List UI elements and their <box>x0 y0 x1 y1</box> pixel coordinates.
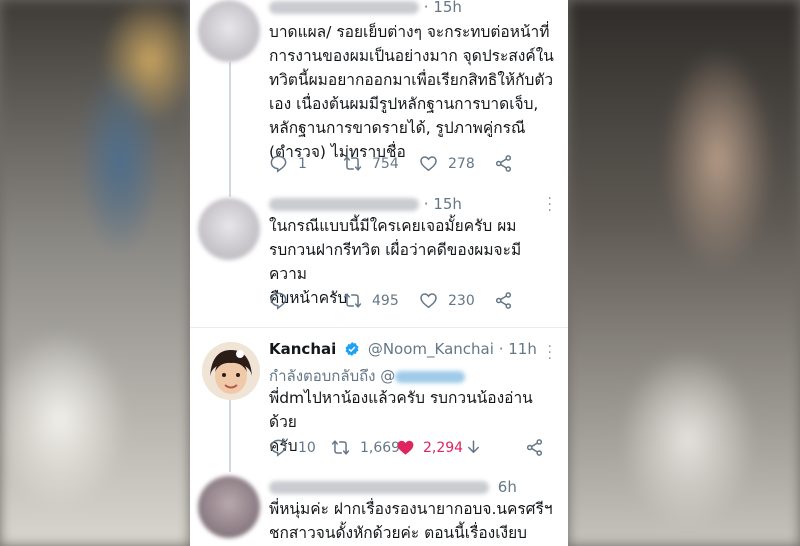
tweet-actions: 10 1,669 2,294 <box>269 438 559 460</box>
retweet-icon <box>331 440 350 455</box>
tweet-dot: · <box>423 0 434 16</box>
tweet-dot: · <box>423 195 434 213</box>
twitter-thread-card: · 15h บาดแผล/ รอยเย็บต่างๆ จะกระทบต่อหน้… <box>190 0 568 546</box>
tweet-header: Kanchai @Noom_Kanchai · 11h <box>269 340 537 358</box>
blurred-background-right <box>568 0 800 546</box>
avatar[interactable] <box>202 342 260 400</box>
verified-badge-icon <box>345 342 359 356</box>
tweet-text: บาดแผล/ รอยเย็บต่างๆ จะกระทบต่อหน้าที่ ก… <box>269 23 554 161</box>
like-button[interactable]: 2,294 <box>396 438 463 457</box>
download-icon[interactable] <box>464 438 483 457</box>
more-icon[interactable]: · · · <box>548 192 552 218</box>
tweet-time[interactable]: 15h <box>433 195 462 213</box>
retweet-icon <box>343 293 362 308</box>
share-icon <box>526 439 543 456</box>
tweet-text: พี่หนุ่มค่ะ ฝากเรื่องรองนายากอบจ.นครศรีฯ… <box>269 500 553 542</box>
tweet-time[interactable]: 6h <box>498 478 517 496</box>
profile-photo-icon <box>202 342 260 400</box>
tweet-actions: 1 754 278 <box>269 154 559 176</box>
retweet-icon <box>343 156 362 171</box>
reply-icon <box>270 439 287 457</box>
more-icon[interactable]: · · · <box>548 340 552 366</box>
redacted-name <box>269 1 419 14</box>
replying-to: กำลังตอบกลับถึง @ <box>269 364 466 388</box>
blurred-background-left <box>0 0 190 546</box>
tweet-1[interactable]: · 15h บาดแผล/ รอยเย็บต่างๆ จะกระทบต่อหน้… <box>190 0 568 190</box>
redacted-name <box>269 481 489 494</box>
redacted-handle <box>395 370 466 383</box>
share-icon <box>495 155 512 172</box>
share-button[interactable] <box>494 154 513 173</box>
avatar[interactable] <box>198 476 260 538</box>
retweet-button[interactable]: 1,669 <box>331 438 400 457</box>
heart-icon <box>420 293 437 309</box>
tweet-4[interactable]: 6h พี่หนุ่มค่ะ ฝากเรื่องรองนายากอบจ.นครศ… <box>190 468 568 546</box>
tweet-2[interactable]: · 15h · · · ในกรณีแบบนี้มีใครเคยเจอมั้ยครั… <box>190 190 568 326</box>
tweet-header: · 15h <box>269 195 462 213</box>
reply-icon <box>270 155 287 173</box>
share-button[interactable] <box>494 291 513 310</box>
share-icon <box>495 292 512 309</box>
avatar[interactable] <box>198 0 260 62</box>
tweet-actions: 495 230 <box>269 291 559 313</box>
reply-button[interactable]: 10 <box>269 438 316 457</box>
like-button[interactable]: 230 <box>419 291 475 310</box>
heart-icon <box>397 440 414 455</box>
user-handle[interactable]: @Noom_Kanchai <box>368 340 494 358</box>
retweet-button[interactable]: 754 <box>343 154 399 173</box>
tweet-3[interactable]: Kanchai @Noom_Kanchai · 11h · · · กำลังตอบ… <box>190 328 568 468</box>
retweet-button[interactable]: 495 <box>343 291 399 310</box>
like-button[interactable]: 278 <box>419 154 475 173</box>
reply-icon <box>270 292 287 310</box>
reply-button[interactable] <box>269 291 298 310</box>
tweet-header: · 15h <box>269 0 462 16</box>
tweet-dot: · <box>498 340 504 358</box>
avatar[interactable] <box>198 198 260 260</box>
redacted-name <box>269 198 419 211</box>
tweet-time[interactable]: 11h <box>508 340 537 358</box>
display-name[interactable]: Kanchai <box>269 340 336 358</box>
share-button[interactable] <box>525 438 544 457</box>
heart-icon <box>420 156 437 172</box>
reply-button[interactable]: 1 <box>269 154 307 173</box>
tweet-time[interactable]: 15h <box>433 0 462 16</box>
tweet-header: 6h <box>269 478 517 496</box>
